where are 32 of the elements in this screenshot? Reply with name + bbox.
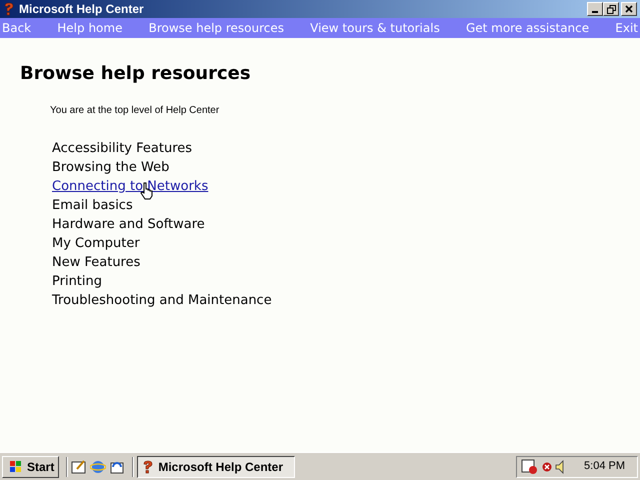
close-button[interactable] <box>621 2 637 16</box>
nav-link[interactable]: Get more assistance <box>466 19 590 37</box>
restore-button[interactable] <box>603 2 619 16</box>
topic-link[interactable]: Email basics <box>52 196 133 216</box>
clock: 5:04 PM <box>584 459 625 474</box>
close-icon <box>625 5 633 13</box>
topic-link[interactable]: Troubleshooting and Maintenance <box>52 290 272 310</box>
start-button[interactable]: Start <box>2 456 60 478</box>
location-text: You are at the top level of Help Center <box>50 104 220 118</box>
topic-link[interactable]: Printing <box>52 272 102 292</box>
nav-link[interactable]: Exit <box>615 19 638 37</box>
page-heading: Browse help resources <box>20 62 252 86</box>
topic-link[interactable]: Connecting to Networks <box>52 176 208 196</box>
topic-link[interactable]: My Computer <box>52 234 140 254</box>
nav-link[interactable]: Browse help resources <box>148 19 284 37</box>
nav-link[interactable]: Help home <box>57 19 122 37</box>
nav-link[interactable]: Back <box>2 19 32 37</box>
restore-icon <box>606 4 616 14</box>
error-icon <box>542 462 552 472</box>
task-button[interactable]: Microsoft Help Center <box>137 456 296 478</box>
nav-link[interactable]: View tours & tutorials <box>310 19 440 37</box>
topic-link[interactable]: Accessibility Features <box>52 138 192 158</box>
desktop-icon[interactable] <box>71 458 88 474</box>
topic-link[interactable]: Hardware and Software <box>52 214 205 234</box>
help-app-icon <box>142 460 154 474</box>
topic-link[interactable]: New Features <box>52 252 140 272</box>
scheduler-icon <box>521 458 540 474</box>
help-app-icon <box>3 2 15 16</box>
windows-logo-icon <box>7 460 23 474</box>
window-title: Microsoft Help Center <box>19 1 145 18</box>
topic-link[interactable]: Browsing the Web <box>52 158 170 178</box>
minimize-button[interactable] <box>587 2 603 16</box>
